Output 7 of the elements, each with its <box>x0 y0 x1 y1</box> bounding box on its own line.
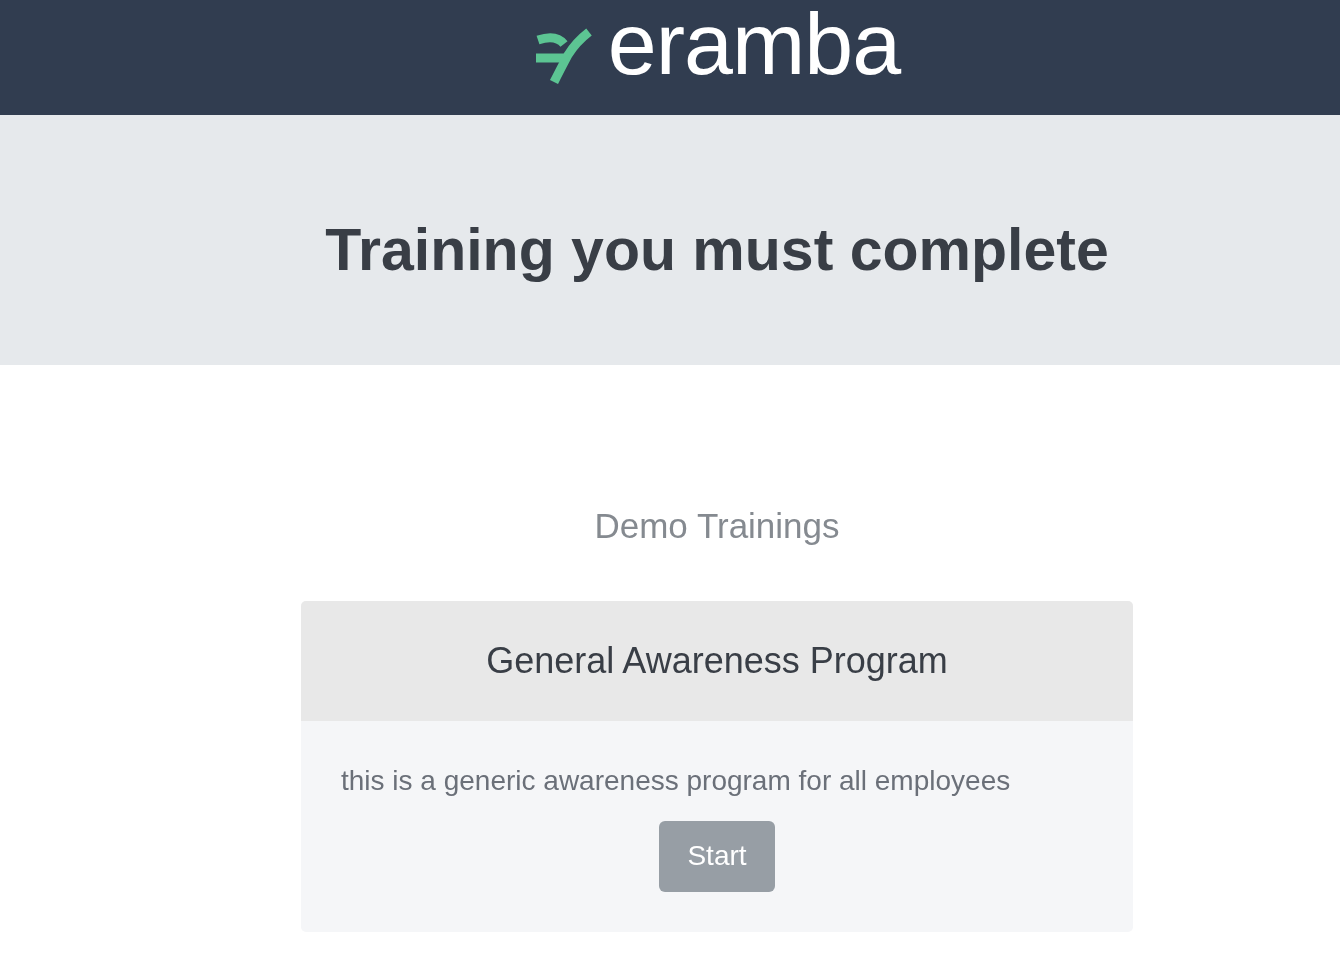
page-heading: Training you must complete <box>325 216 1109 285</box>
logo-icon <box>533 27 592 84</box>
start-button[interactable]: Start <box>659 821 775 892</box>
training-description: this is a generic awareness program for all employees <box>341 764 1012 798</box>
training-title: General Awareness Program <box>486 640 948 682</box>
logo-wordmark: eramba <box>607 0 901 95</box>
section-title: Demo Trainings <box>594 505 840 547</box>
